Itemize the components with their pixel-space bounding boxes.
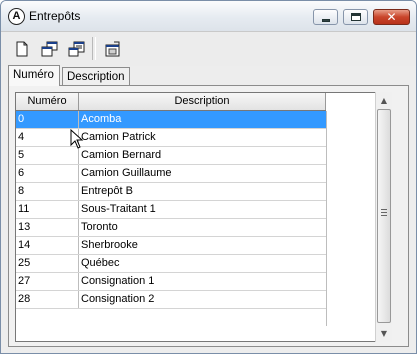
table-row[interactable]: 11 Sous-Traitant 1 — [16, 201, 326, 219]
table-row[interactable]: 8 Entrepôt B — [16, 183, 326, 201]
tab-description[interactable]: Description — [62, 67, 130, 86]
cell-description: Consignation 1 — [81, 275, 155, 287]
cell-description: Entrepôt B — [81, 185, 133, 197]
cell-description: Consignation 2 — [81, 293, 155, 305]
cell-numero: 25 — [16, 255, 79, 272]
table-row[interactable]: 4 Camion Patrick — [16, 129, 326, 147]
table-body: 0 Acomba 4 Camion Patrick 5 Camion Bernard 6 Ca… — [16, 111, 327, 326]
cell-numero: 6 — [16, 165, 79, 182]
thumb-grip-line — [381, 215, 387, 216]
export-button[interactable] — [100, 37, 123, 60]
table-row[interactable]: 5 Camion Bernard — [16, 147, 326, 165]
column-header-numero[interactable]: Numéro — [16, 93, 79, 110]
maximize-icon — [351, 13, 361, 21]
mouse-pointer-icon — [70, 129, 84, 149]
close-icon: ✕ — [386, 10, 397, 24]
cell-description: Camion Guillaume — [81, 167, 172, 179]
toolbar — [1, 31, 416, 66]
column-end-line — [326, 111, 327, 326]
table-row[interactable]: 14 Sherbrooke — [16, 237, 326, 255]
new-button[interactable] — [10, 37, 33, 60]
cell-numero: 5 — [16, 147, 79, 164]
copy-windows-icon — [41, 41, 58, 57]
table-row[interactable]: 13 Toronto — [16, 219, 326, 237]
table-row[interactable]: 25 Québec — [16, 255, 326, 273]
properties-list-icon — [68, 41, 85, 57]
cell-description: Québec — [81, 257, 120, 269]
vertical-scrollbar[interactable]: ▲ ▼ — [375, 92, 392, 342]
properties-button[interactable] — [64, 37, 87, 60]
cell-description: Toronto — [81, 221, 118, 233]
cell-description: Camion Bernard — [81, 149, 162, 161]
entrepots-window: A Entrepôts ✕ Numéro Description Numéro … — [0, 0, 417, 354]
title-bar[interactable]: A Entrepôts ✕ — [1, 1, 416, 31]
copy-button[interactable] — [37, 37, 60, 60]
table-row[interactable]: 0 Acomba — [16, 111, 326, 129]
minimize-button[interactable] — [313, 9, 338, 25]
scroll-down-arrow-icon[interactable]: ▼ — [376, 325, 392, 342]
column-header-description[interactable]: Description — [79, 93, 326, 110]
new-document-icon — [16, 41, 28, 57]
close-button[interactable]: ✕ — [373, 9, 410, 25]
cell-description: Sherbrooke — [81, 239, 138, 251]
cell-numero: 0 — [16, 111, 79, 128]
scroll-thumb[interactable] — [377, 109, 391, 323]
maximize-button[interactable] — [343, 9, 368, 25]
scroll-up-arrow-icon[interactable]: ▲ — [376, 92, 392, 109]
toolbar-separator — [92, 37, 96, 60]
cell-numero: 28 — [16, 291, 79, 308]
window-title: Entrepôts — [29, 9, 81, 23]
cell-numero: 27 — [16, 273, 79, 290]
export-window-icon — [105, 41, 120, 57]
cell-description: Acomba — [81, 113, 122, 125]
cell-numero: 14 — [16, 237, 79, 254]
cell-description: Sous-Traitant 1 — [81, 203, 156, 215]
table-row[interactable]: 27 Consignation 1 — [16, 273, 326, 291]
app-logo-icon: A — [8, 8, 25, 25]
thumb-grip-line — [381, 212, 387, 213]
tab-numero[interactable]: Numéro — [8, 65, 60, 86]
table-row[interactable]: 6 Camion Guillaume — [16, 165, 326, 183]
thumb-grip-line — [381, 209, 387, 210]
cell-numero: 13 — [16, 219, 79, 236]
cell-numero: 8 — [16, 183, 79, 200]
table-row[interactable]: 28 Consignation 2 — [16, 291, 326, 309]
cell-description: Camion Patrick — [81, 131, 156, 143]
minimize-icon — [322, 19, 330, 22]
cell-numero: 11 — [16, 201, 79, 218]
table-header: Numéro Description — [16, 93, 326, 111]
